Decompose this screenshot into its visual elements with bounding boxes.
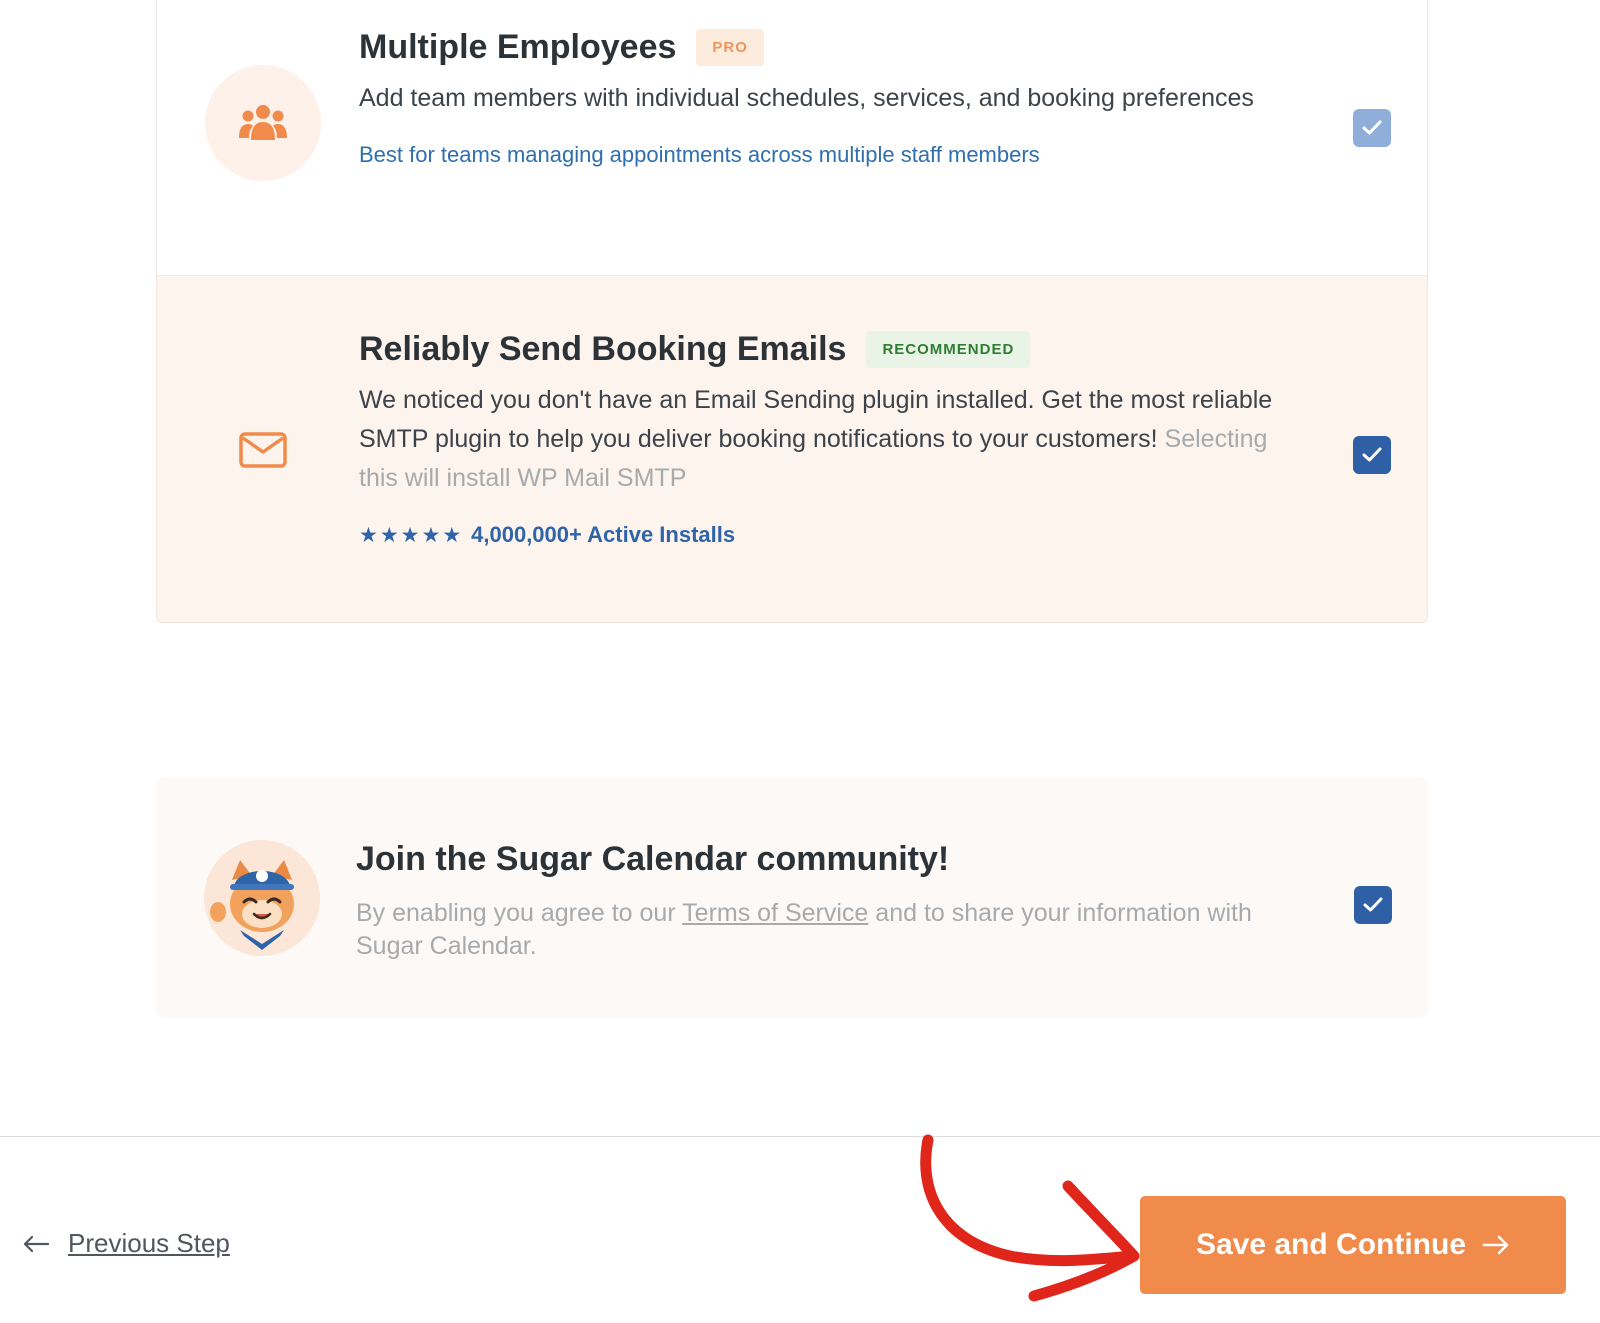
mascot-icon	[204, 840, 320, 956]
star-icon: ★	[379, 523, 399, 547]
community-title: Join the Sugar Calendar community!	[356, 840, 950, 878]
check-icon	[1362, 120, 1382, 135]
previous-step-link[interactable]: Previous Step	[22, 1228, 230, 1259]
footer-divider	[0, 1136, 1600, 1137]
previous-step-label: Previous Step	[68, 1228, 230, 1258]
star-icon: ★	[400, 523, 420, 547]
rating-row: ★ ★ ★ ★ ★ 4,000,000+ Active Installs	[359, 522, 1277, 548]
feature-card-multiple-employees: Multiple Employees PRO Add team members …	[156, 0, 1428, 276]
feature-title: Multiple Employees	[359, 28, 677, 66]
terms-of-service-link[interactable]: Terms of Service	[682, 899, 868, 927]
save-and-continue-button[interactable]: Save and Continue	[1140, 1196, 1566, 1294]
star-icon: ★	[421, 523, 441, 547]
save-button-label: Save and Continue	[1195, 1228, 1467, 1261]
smtp-checkbox[interactable]	[1353, 436, 1391, 474]
star-icon: ★	[359, 523, 378, 547]
multiple-employees-checkbox[interactable]	[1353, 109, 1391, 147]
arrow-left-icon	[23, 1235, 50, 1252]
check-icon	[1362, 447, 1382, 462]
feature-description: We noticed you don't have an Email Sendi…	[359, 381, 1277, 498]
envelope-icon	[205, 392, 321, 508]
community-checkbox[interactable]	[1354, 886, 1392, 924]
description-text: We noticed you don't have an Email Sendi…	[359, 386, 1273, 453]
community-description: By enabling you agree to our Terms of Se…	[356, 897, 1278, 963]
arrow-right-icon	[1482, 1235, 1509, 1255]
feature-description: Add team members with individual schedul…	[359, 84, 1254, 112]
star-icon: ★	[442, 523, 462, 547]
team-icon	[205, 65, 321, 181]
annotation-arrow-icon	[920, 1134, 1140, 1302]
community-desc-prefix: By enabling you agree to our	[356, 899, 676, 927]
feature-title: Reliably Send Booking Emails	[359, 330, 847, 368]
pro-badge: PRO	[696, 29, 764, 66]
feature-card-smtp: Reliably Send Booking Emails RECOMMENDED…	[156, 276, 1428, 623]
active-installs: 4,000,000+ Active Installs	[471, 522, 736, 547]
check-icon	[1363, 897, 1383, 912]
recommended-badge: RECOMMENDED	[866, 331, 1031, 368]
star-rating: ★ ★ ★ ★ ★	[359, 523, 461, 548]
feature-note: Best for teams managing appointments acr…	[359, 142, 1040, 167]
community-card: Join the Sugar Calendar community! By en…	[156, 778, 1428, 1018]
